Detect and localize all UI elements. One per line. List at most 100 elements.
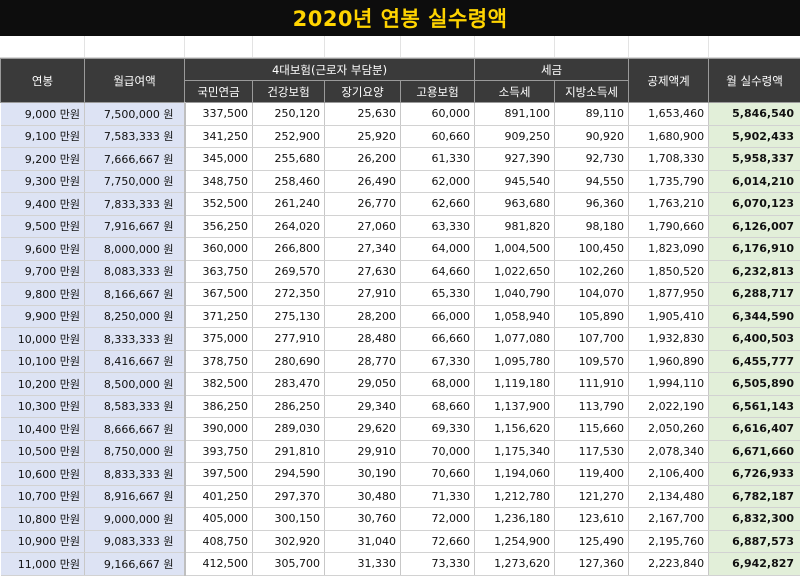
deduction-total-cell: 1,960,890: [628, 350, 710, 373]
annual-cell: 9,500 만원: [0, 215, 85, 238]
deduction-total-cell: 1,877,950: [628, 282, 710, 306]
ltc-cell: 29,340: [324, 395, 401, 418]
table-row: 10,400 만원 8,666,667 원 390,000 289,030 29,620…: [0, 417, 800, 441]
net-monthly-cell: 6,288,717: [708, 282, 800, 306]
net-monthly-cell: 6,561,143: [708, 395, 800, 418]
employment-cell: 60,660: [400, 125, 476, 148]
annual-cell: 11,000 만원: [0, 552, 85, 576]
ltc-cell: 25,630: [324, 102, 401, 126]
annual-cell: 9,400 만원: [0, 192, 85, 216]
net-monthly-cell: 6,400,503: [708, 327, 800, 351]
net-monthly-cell: 6,942,827: [708, 552, 800, 576]
local-tax-cell: 121,270: [554, 485, 630, 508]
employment-cell: 68,000: [400, 372, 476, 396]
employment-cell: 66,660: [400, 327, 476, 351]
health-cell: 266,800: [252, 237, 325, 261]
local-tax-cell: 104,070: [554, 282, 630, 306]
monthly-cell: 7,833,333 원: [84, 192, 185, 216]
net-monthly-cell: 5,958,337: [708, 147, 800, 171]
annual-cell: 9,900 만원: [0, 305, 85, 328]
health-cell: 300,150: [252, 507, 325, 531]
annual-cell: 10,100 만원: [0, 350, 85, 373]
annual-cell: 9,000 만원: [0, 102, 85, 126]
monthly-cell: 7,750,000 원: [84, 170, 185, 193]
pension-cell: 375,000: [183, 327, 253, 351]
deduction-total-cell: 1,823,090: [628, 237, 710, 261]
net-monthly-cell: 6,176,910: [708, 237, 800, 261]
ltc-cell: 29,050: [324, 372, 401, 396]
local-tax-cell: 100,450: [554, 237, 630, 261]
income-tax-cell: 1,077,080: [474, 327, 556, 351]
pension-cell: 405,000: [183, 507, 253, 531]
health-cell: 277,910: [252, 327, 325, 351]
annual-cell: 9,700 만원: [0, 260, 85, 283]
employment-cell: 70,000: [400, 440, 476, 463]
income-tax-cell: 1,254,900: [474, 530, 556, 553]
annual-cell: 9,800 만원: [0, 282, 85, 306]
monthly-cell: 8,166,667 원: [84, 282, 185, 306]
deduction-total-cell: 2,022,190: [628, 395, 710, 418]
net-monthly-cell: 6,887,573: [708, 530, 800, 553]
ltc-cell: 25,920: [324, 125, 401, 148]
health-cell: 258,460: [252, 170, 325, 193]
deduction-total-cell: 1,850,520: [628, 260, 710, 283]
health-cell: 255,680: [252, 147, 325, 171]
employment-cell: 61,330: [400, 147, 476, 171]
salary-table: 연봉 월급여액 4대보험(근로자 부담분) 세금 공제액계 월 실수령액 국민연…: [0, 58, 800, 576]
header-insurance-group: 4대보험(근로자 부담분): [183, 58, 476, 81]
header-monthly: 월급여액: [84, 58, 185, 103]
monthly-cell: 8,583,333 원: [84, 395, 185, 418]
table-body: 9,000 만원 7,500,000 원 337,500 250,120 25,630 6…: [0, 102, 800, 576]
table-row: 10,300 만원 8,583,333 원 386,250 286,250 29,340…: [0, 395, 800, 418]
health-cell: 264,020: [252, 215, 325, 238]
monthly-cell: 7,500,000 원: [84, 102, 185, 126]
monthly-cell: 8,250,000 원: [84, 305, 185, 328]
health-cell: 252,900: [252, 125, 325, 148]
health-cell: 275,130: [252, 305, 325, 328]
local-tax-cell: 107,700: [554, 327, 630, 351]
net-monthly-cell: 6,232,813: [708, 260, 800, 283]
employment-cell: 70,660: [400, 462, 476, 486]
table-row: 9,200 만원 7,666,667 원 345,000 255,680 26,200 6…: [0, 147, 800, 171]
ltc-cell: 29,910: [324, 440, 401, 463]
spacer-row: [0, 36, 800, 58]
header-income-tax: 소득세: [474, 80, 556, 103]
annual-cell: 10,500 만원: [0, 440, 85, 463]
annual-cell: 10,600 만원: [0, 462, 85, 486]
income-tax-cell: 1,137,900: [474, 395, 556, 418]
income-tax-cell: 1,040,790: [474, 282, 556, 306]
deduction-total-cell: 1,680,900: [628, 125, 710, 148]
local-tax-cell: 89,110: [554, 102, 630, 126]
income-tax-cell: 909,250: [474, 125, 556, 148]
net-monthly-cell: 6,616,407: [708, 417, 800, 441]
header-pension: 국민연금: [184, 80, 253, 103]
header-deduction-total: 공제액계: [628, 58, 710, 103]
table-row: 9,000 만원 7,500,000 원 337,500 250,120 25,630 6…: [0, 102, 800, 126]
employment-cell: 67,330: [400, 350, 476, 373]
table-row: 10,800 만원 9,000,000 원 405,000 300,150 30,760…: [0, 507, 800, 531]
ltc-cell: 27,340: [324, 237, 401, 261]
employment-cell: 66,000: [400, 305, 476, 328]
income-tax-cell: 1,212,780: [474, 485, 556, 508]
net-monthly-cell: 6,455,777: [708, 350, 800, 373]
ltc-cell: 30,190: [324, 462, 401, 486]
pension-cell: 412,500: [183, 552, 253, 576]
net-monthly-cell: 6,782,187: [708, 485, 800, 508]
annual-cell: 10,400 만원: [0, 417, 85, 441]
employment-cell: 62,660: [400, 192, 476, 216]
health-cell: 289,030: [252, 417, 325, 441]
monthly-cell: 9,000,000 원: [84, 507, 185, 531]
employment-cell: 68,660: [400, 395, 476, 418]
ltc-cell: 30,480: [324, 485, 401, 508]
ltc-cell: 28,200: [324, 305, 401, 328]
deduction-total-cell: 1,932,830: [628, 327, 710, 351]
ltc-cell: 26,770: [324, 192, 401, 216]
income-tax-cell: 1,236,180: [474, 507, 556, 531]
net-monthly-cell: 6,126,007: [708, 215, 800, 238]
health-cell: 280,690: [252, 350, 325, 373]
local-tax-cell: 102,260: [554, 260, 630, 283]
annual-cell: 9,100 만원: [0, 125, 85, 148]
pension-cell: 408,750: [183, 530, 253, 553]
ltc-cell: 28,770: [324, 350, 401, 373]
local-tax-cell: 105,890: [554, 305, 630, 328]
